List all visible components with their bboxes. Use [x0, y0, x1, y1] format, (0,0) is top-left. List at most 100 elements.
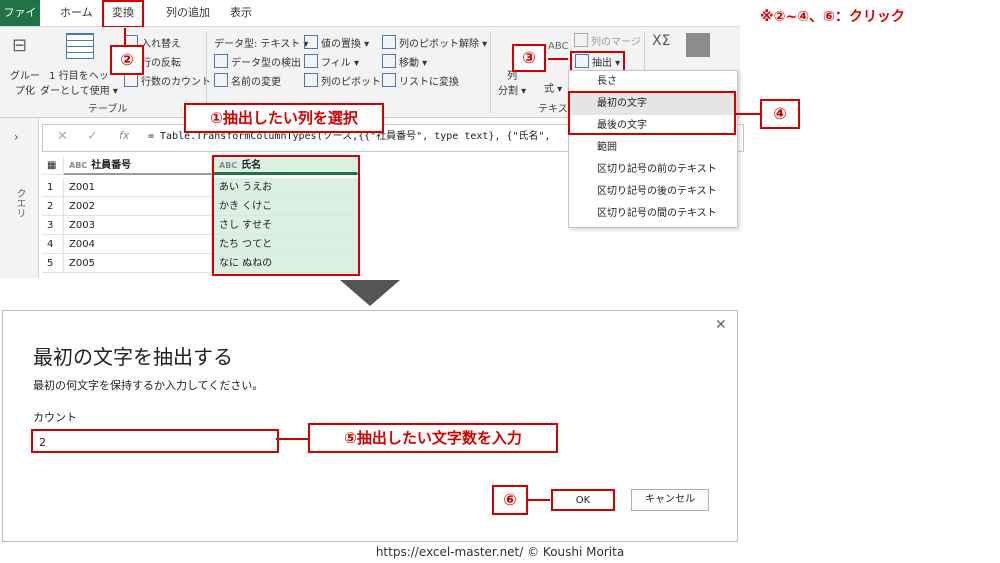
- move-label: 移動 ▾: [399, 58, 428, 69]
- menu-item-text-before-delimiter[interactable]: 区切り記号の前のテキスト: [569, 159, 737, 181]
- ok-button[interactable]: OK: [551, 489, 615, 511]
- count-icon: [124, 73, 138, 87]
- statistics-glyph[interactable]: XΣ: [652, 33, 670, 49]
- merge-icon: [574, 33, 588, 47]
- connector-line: [276, 438, 308, 440]
- row-number: 2: [42, 197, 64, 216]
- menu-highlight: [568, 91, 736, 135]
- table-cell[interactable]: Z001: [64, 178, 212, 197]
- list-icon: [382, 73, 396, 87]
- to-list-button[interactable]: リストに変換: [382, 73, 459, 88]
- tab-add-column[interactable]: 列の追加: [158, 0, 218, 26]
- tab-transform[interactable]: 変換: [102, 0, 144, 28]
- group-label-table: テーブル: [88, 104, 128, 115]
- standard-icon[interactable]: [686, 33, 710, 57]
- detect-icon: [214, 54, 228, 68]
- callout-step1: ①抽出したい列を選択: [184, 103, 384, 133]
- count-rows-button[interactable]: 行数のカウント: [124, 73, 211, 88]
- down-arrow-icon: [340, 280, 400, 306]
- cancel-button[interactable]: キャンセル: [631, 489, 709, 511]
- annotation-note: ※②~④、⑥：クリック: [760, 9, 905, 25]
- tab-home[interactable]: ホーム: [52, 0, 101, 26]
- row-number: 5: [42, 254, 64, 273]
- fx-icon[interactable]: fx: [119, 129, 129, 142]
- fill-icon: [304, 54, 318, 68]
- table-cell[interactable]: Z004: [64, 235, 212, 254]
- dialog-title: 最初の文字を抽出する: [33, 345, 233, 369]
- reverse-label: 行の反転: [141, 58, 181, 69]
- merge-label: 列のマージ: [591, 37, 641, 48]
- queries-label: クエリ: [14, 188, 25, 218]
- callout-step5: ⑤抽出したい文字数を入力: [308, 423, 558, 453]
- menu-item-length[interactable]: 長さ: [569, 71, 737, 93]
- move-button[interactable]: 移動 ▾: [382, 54, 427, 69]
- menu-item-range[interactable]: 範囲: [569, 137, 737, 159]
- transpose-label: 入れ替え: [141, 39, 181, 50]
- abc-glyph: ABC: [548, 41, 569, 52]
- merge-columns-button[interactable]: 列のマージ: [574, 33, 641, 48]
- table-icon: [66, 33, 94, 59]
- connector-line: [736, 113, 760, 115]
- replace-values-button[interactable]: 値の置換 ▾: [304, 35, 369, 50]
- detect-type-button[interactable]: データ型の検出: [214, 54, 301, 69]
- format-button[interactable]: 式 ▾: [544, 80, 562, 95]
- datatype-dropdown[interactable]: データ型: テキスト ▾: [214, 35, 308, 50]
- table-cell[interactable]: Z003: [64, 216, 212, 235]
- callout-step4: ④: [760, 99, 800, 129]
- dialog-description: 最初の何文字を保持するか入力してください。: [33, 379, 264, 392]
- cancel-icon[interactable]: ✕: [57, 129, 68, 144]
- confirm-icon[interactable]: ✓: [87, 129, 98, 144]
- menu-item-text-between-delimiters[interactable]: 区切り記号の間のテキスト: [569, 203, 737, 225]
- menu-item-text-after-delimiter[interactable]: 区切り記号の後のテキスト: [569, 181, 737, 203]
- extract-button[interactable]: 抽出 ▾: [570, 51, 626, 72]
- table-cell[interactable]: Z005: [64, 254, 212, 273]
- type-icon: ABC: [69, 161, 88, 170]
- group-by-label-2: プ化: [15, 86, 35, 97]
- row-number: 1: [42, 178, 64, 197]
- use-first-row-button[interactable]: 1 行目をヘッ ダーとして使用 ▾: [40, 67, 118, 97]
- table-menu-icon[interactable]: ▦: [42, 156, 64, 175]
- queries-pane[interactable]: › クエリ: [0, 118, 39, 278]
- callout-step2: ②: [110, 45, 144, 75]
- detect-label: データ型の検出: [231, 58, 301, 69]
- row-number: 4: [42, 235, 64, 254]
- to-list-label: リストに変換: [399, 77, 459, 88]
- tab-view[interactable]: 表示: [222, 0, 260, 26]
- group-by-button[interactable]: グルー プ化: [10, 67, 40, 97]
- fill-button[interactable]: フィル ▾: [304, 54, 359, 69]
- rename-icon: [214, 73, 228, 87]
- table-cell[interactable]: Z002: [64, 197, 212, 216]
- column-header-id-label: 社員番号: [91, 160, 132, 171]
- unpivot-button[interactable]: 列のピボット解除 ▾: [382, 35, 487, 50]
- group-by-label-1: グルー: [10, 71, 40, 82]
- row-number: 3: [42, 216, 64, 235]
- move-icon: [382, 54, 396, 68]
- callout-step6: ⑥: [492, 485, 528, 515]
- dialog-close-icon[interactable]: ✕: [715, 317, 727, 333]
- use-first-row-label-2: ダーとして使用 ▾: [40, 86, 118, 97]
- footer-credit: https://excel-master.net/ © Koushi Morit…: [375, 545, 625, 559]
- rename-button[interactable]: 名前の変更: [214, 73, 281, 88]
- rename-label: 名前の変更: [231, 77, 281, 88]
- pivot-label: 列のピボット: [321, 77, 381, 88]
- connector-line: [528, 499, 550, 501]
- count-label: 行数のカウント: [141, 77, 211, 88]
- pivot-button[interactable]: 列のピボット: [304, 73, 381, 88]
- unpivot-icon: [382, 35, 396, 49]
- connector-line: [548, 58, 568, 60]
- extract-icon: [575, 54, 589, 68]
- ribbon-tabbar: ファイル ホーム 変換 列の追加 表示: [0, 0, 740, 45]
- pivot-icon: [304, 73, 318, 87]
- count-input[interactable]: 2: [31, 429, 279, 453]
- replace-label: 値の置換 ▾: [321, 39, 370, 50]
- use-first-row-label-1: 1 行目をヘッ: [49, 71, 109, 82]
- expand-chevron-icon[interactable]: ›: [14, 130, 19, 144]
- connector-line: [124, 28, 126, 45]
- split-label-2: 分割 ▾: [498, 86, 527, 97]
- tab-file[interactable]: ファイル: [0, 0, 40, 45]
- fill-label: フィル ▾: [321, 58, 359, 69]
- callout-step3: ③: [512, 44, 546, 72]
- column-header-id[interactable]: ABC 社員番号: [64, 156, 212, 175]
- count-label: カウント: [33, 411, 77, 424]
- unpivot-label: 列のピボット解除 ▾: [399, 39, 488, 50]
